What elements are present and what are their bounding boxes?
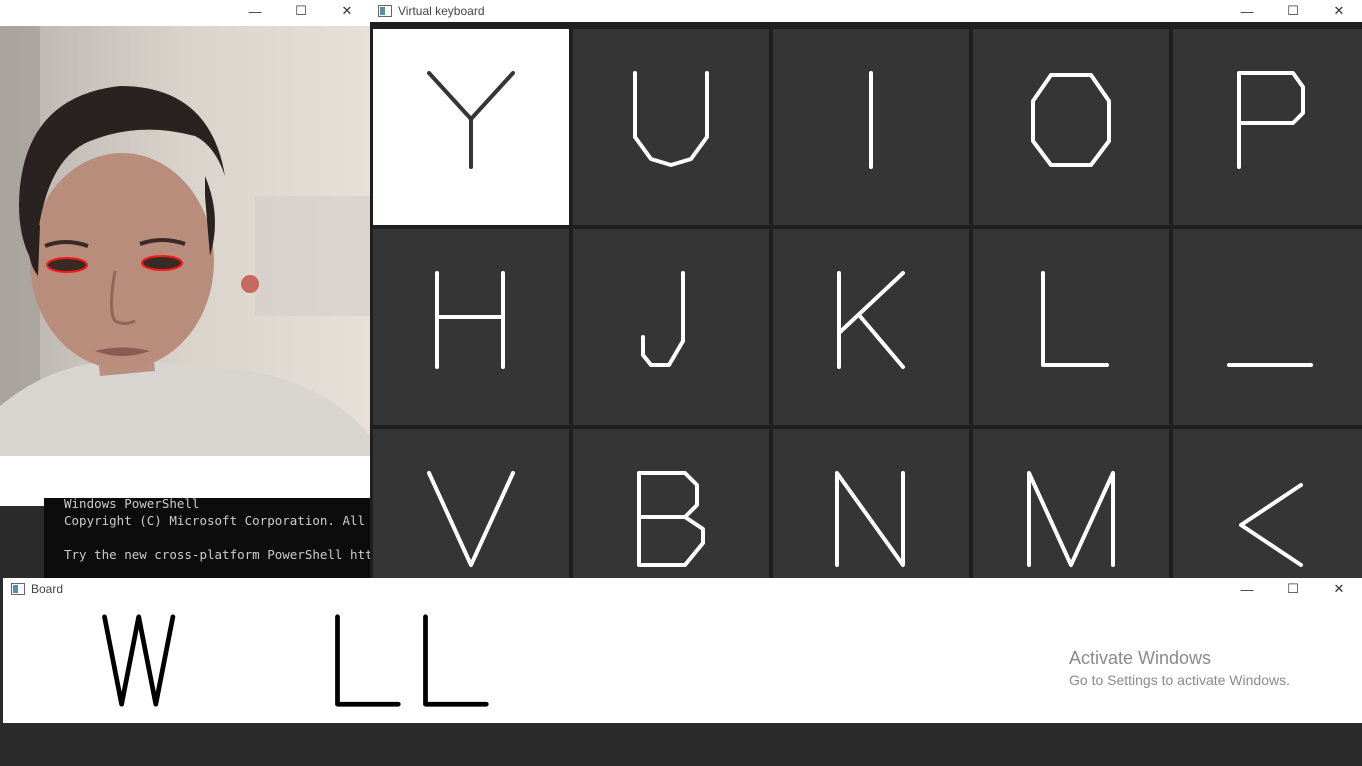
key-b[interactable]: B (573, 429, 769, 578)
activate-windows-subtitle: Go to Settings to activate Windows. (1069, 672, 1290, 688)
key-j[interactable]: J (573, 229, 769, 425)
app-icon (11, 583, 25, 595)
powershell-header-line: Windows PowerShell (64, 498, 200, 511)
camera-minimize-button[interactable]: — (232, 0, 278, 22)
keyboard-grid: YUIOP HJKL_ VBNM< (370, 26, 1362, 578)
board-minimize-button[interactable]: — (1224, 578, 1270, 600)
board-close-button[interactable]: ✕ (1316, 578, 1362, 600)
keyboard-maximize-button[interactable]: ☐ (1270, 0, 1316, 22)
app-icon (378, 5, 392, 17)
key-n[interactable]: N (773, 429, 969, 578)
key-l[interactable]: L (973, 229, 1169, 425)
webcam-feed (0, 26, 370, 456)
activate-windows-title: Activate Windows (1069, 648, 1212, 668)
board-maximize-button[interactable]: ☐ (1270, 578, 1316, 600)
key-p[interactable]: P (1173, 29, 1362, 225)
keyboard-title-bar: Virtual keyboard — ☐ ✕ (370, 0, 1362, 22)
camera-title-bar: — ☐ ✕ (0, 0, 370, 22)
typed-text (95, 613, 489, 713)
key-v[interactable]: V (373, 429, 569, 578)
virtual-keyboard-window: Virtual keyboard — ☐ ✕ YUIOP HJKL_ VBNM< (370, 0, 1362, 578)
key-k[interactable]: K (773, 229, 969, 425)
key-o[interactable]: O (973, 29, 1169, 225)
powershell-copyright-line: Copyright (C) Microsoft Corporation. All… (64, 513, 370, 528)
board-window: Board — ☐ ✕ Activate Windows Go to Setti… (3, 578, 1362, 723)
powershell-try-line: Try the new cross-platform PowerShell ht… (64, 547, 370, 562)
webcam-image (0, 26, 370, 456)
key-backspace[interactable]: < (1173, 429, 1362, 578)
right-eye-outline (141, 255, 183, 271)
wall-posters (255, 196, 370, 316)
keyboard-minimize-button[interactable]: — (1224, 0, 1270, 22)
left-eye-outline (46, 257, 88, 273)
key-h[interactable]: H (373, 229, 569, 425)
camera-window: — ☐ ✕ (0, 0, 370, 506)
key-y[interactable]: Y (373, 29, 569, 225)
key-space[interactable]: _ (1173, 229, 1362, 425)
board-window-title: Board (31, 582, 64, 596)
key-i[interactable]: I (773, 29, 969, 225)
powershell-window: Windows PowerShell Copyright (C) Microso… (44, 498, 370, 578)
keyboard-close-button[interactable]: ✕ (1316, 0, 1362, 22)
typed-letter (359, 575, 545, 761)
key-u[interactable]: U (573, 29, 769, 225)
key-m[interactable]: M (973, 429, 1169, 578)
camera-maximize-button[interactable]: ☐ (278, 0, 324, 22)
keyboard-window-title: Virtual keyboard (398, 4, 485, 18)
camera-close-button[interactable]: ✕ (324, 0, 370, 22)
